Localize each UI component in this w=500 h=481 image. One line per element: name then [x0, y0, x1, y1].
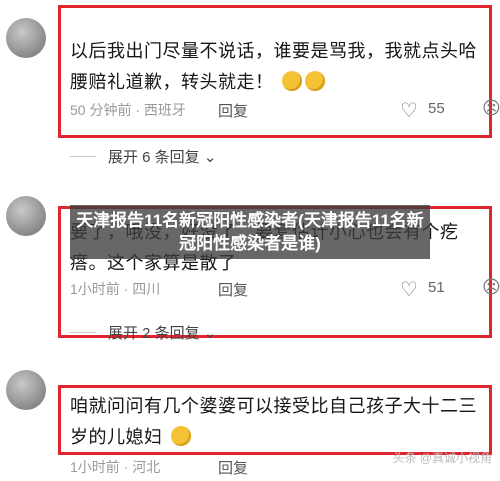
overlay-headline: 天津报告11名新冠阳性感染者(天津报告11名新冠阳性感染者是谁) — [70, 205, 430, 259]
divider — [70, 332, 96, 333]
avatar[interactable] — [6, 370, 46, 410]
dislike-icon[interactable]: ☹ — [482, 277, 500, 298]
comment-text: 以后我出门尽量不说话，谁要是骂我，我就点头哈腰赔礼道歉，转头就走！ — [70, 41, 477, 92]
avatar[interactable] — [6, 18, 46, 58]
comment-time-location: 1小时前 · 四川 — [70, 281, 161, 297]
comment-time-location: 50 分钟前 · 西班牙 — [70, 102, 186, 118]
emoji-icon — [171, 426, 192, 446]
reply-button[interactable]: 回复 — [218, 279, 248, 300]
expand-replies-button[interactable]: 展开 6 条回复 ⌄ — [108, 146, 216, 167]
chevron-down-icon: ⌄ — [203, 149, 217, 166]
watermark: 头条 @真诚小视角 — [392, 451, 492, 465]
comment-time-location: 1小时前 · 河北 — [70, 459, 161, 475]
avatar[interactable] — [6, 196, 46, 236]
heart-outline-icon[interactable]: ♡ — [400, 277, 418, 302]
expand-replies-button[interactable]: 展开 2 条回复 ⌄ — [108, 322, 216, 343]
divider — [70, 156, 96, 157]
dislike-icon[interactable]: ☹ — [482, 98, 500, 119]
comment-card: 以后我出门尽量不说话，谁要是骂我，我就点头哈腰赔礼道歉，转头就走！ 50 分钟前… — [0, 0, 500, 170]
comment-text: 咱就问问有几个婆婆可以接受比自己孩子大十二三岁的儿媳妇 — [70, 396, 477, 447]
chevron-down-icon: ⌄ — [203, 325, 217, 342]
comment-meta: 1小时前 · 四川 回复 ♡ 51 ☹ — [70, 277, 500, 303]
comment-meta: 50 分钟前 · 西班牙 回复 ♡ 55 ☹ — [70, 98, 500, 124]
emoji-icon — [305, 71, 326, 91]
like-count: 51 — [428, 279, 445, 296]
like-count: 55 — [428, 100, 445, 117]
reply-button[interactable]: 回复 — [218, 100, 248, 121]
emoji-icon — [282, 71, 303, 91]
heart-outline-icon[interactable]: ♡ — [400, 98, 418, 123]
reply-button[interactable]: 回复 — [218, 457, 248, 478]
